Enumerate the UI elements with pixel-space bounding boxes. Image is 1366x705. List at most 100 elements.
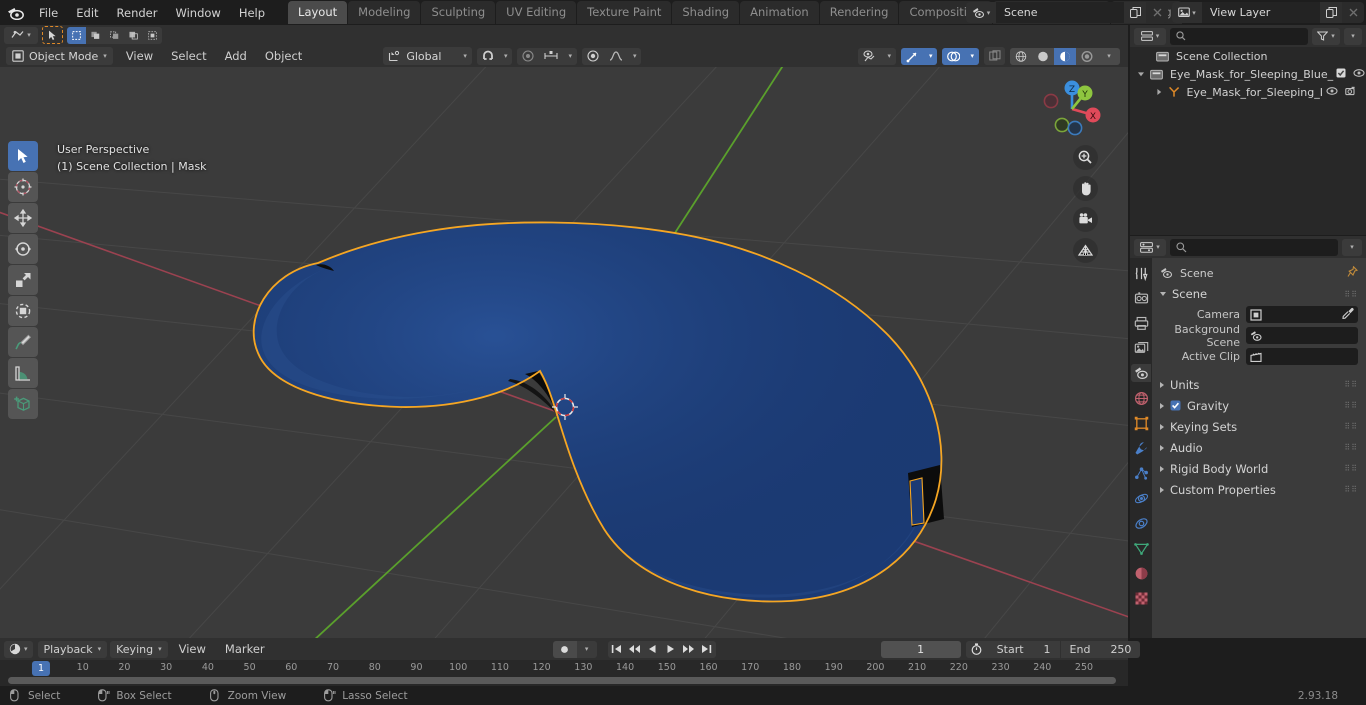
exclude-checkbox[interactable]	[1336, 68, 1346, 81]
scene-icon[interactable]: ▾	[966, 2, 996, 23]
falloff-chevron-icon[interactable]: ▾	[628, 48, 642, 65]
subpanel-audio[interactable]: Audio ⠿⠿	[1152, 437, 1366, 458]
object-tab[interactable]	[1131, 414, 1151, 432]
overlays-icon[interactable]	[942, 47, 966, 65]
workspace-tab-sculpting[interactable]: Sculpting	[421, 1, 496, 24]
gizmo-chevron-icon[interactable]: ▾	[923, 47, 938, 65]
select-extend-icon[interactable]	[86, 27, 105, 44]
outliner-search-input[interactable]	[1170, 27, 1308, 45]
xray-icon[interactable]	[984, 47, 1005, 65]
eyedropper-icon[interactable]	[1342, 307, 1354, 322]
record-chevron-icon[interactable]: ▾	[576, 640, 597, 658]
subpanel-gravity[interactable]: Gravity ⠿⠿	[1152, 395, 1366, 416]
gizmo-icon[interactable]	[900, 47, 924, 65]
grip-dots-icon[interactable]: ⠿⠿	[1344, 402, 1358, 410]
jump-start-icon[interactable]	[607, 640, 626, 658]
timeline-menu-keying[interactable]: Keying ▾	[110, 640, 168, 658]
jump-end-icon[interactable]	[697, 640, 716, 658]
move-tool-icon[interactable]	[8, 203, 38, 233]
start-frame-field[interactable]: Start 1	[987, 640, 1060, 658]
proportional-toggle-icon[interactable]	[582, 48, 604, 65]
record-keyframe-icon[interactable]	[552, 640, 577, 658]
property-value-field[interactable]	[1246, 327, 1358, 344]
rendered-icon[interactable]	[1076, 47, 1098, 65]
properties-options-chevron-icon[interactable]: ▾	[1342, 238, 1362, 256]
workspace-tab-modeling[interactable]: Modeling	[348, 1, 421, 24]
select-invert-icon[interactable]	[124, 27, 143, 44]
texture-tab[interactable]	[1131, 589, 1151, 607]
workspace-tab-animation[interactable]: Animation	[740, 1, 819, 24]
prev-keyframe-icon[interactable]	[625, 640, 644, 658]
view-layer-icon[interactable]: ▾	[1172, 2, 1202, 23]
solid-icon[interactable]	[1032, 47, 1054, 65]
world-tab[interactable]	[1131, 389, 1151, 407]
select-set-icon[interactable]	[67, 26, 86, 44]
modifiers-tab[interactable]	[1131, 439, 1151, 457]
workspace-tab-texture-paint[interactable]: Texture Paint	[577, 1, 672, 24]
timeline-ruler[interactable]: 10 20 30 40 50 60 70 80 90 100 110 120 130 140 150 160 1…	[0, 660, 1128, 678]
pan-hand-icon[interactable]	[1073, 176, 1098, 201]
material-preview-icon[interactable]	[1054, 47, 1076, 65]
tool-tab[interactable]	[1131, 264, 1151, 282]
grid-ortho-icon[interactable]	[1073, 238, 1098, 263]
measure-tool-icon[interactable]	[8, 358, 38, 388]
scene-panel-header[interactable]: Scene ⠿⠿	[1152, 284, 1366, 304]
viewport-menu-object[interactable]: Object	[257, 47, 310, 65]
zoom-icon[interactable]	[1073, 145, 1098, 170]
select-intersect-icon[interactable]	[143, 27, 162, 44]
tweak-select-box-tool-icon[interactable]	[8, 141, 38, 171]
workspace-tab-uv-editing[interactable]: UV Editing	[496, 1, 577, 24]
cursor-tool-icon[interactable]	[42, 26, 63, 44]
viewport-menu-view[interactable]: View	[118, 47, 161, 65]
view-layer-selector[interactable]: ▾ View Layer	[1172, 2, 1364, 23]
object-visibility-icon[interactable]	[858, 48, 882, 65]
timeline-editor-icon[interactable]: ▾	[4, 640, 33, 658]
smooth-falloff-icon[interactable]	[604, 48, 628, 65]
new-scene-button[interactable]	[1124, 2, 1146, 23]
viewport-canvas[interactable]	[0, 67, 1128, 638]
filter-icon[interactable]: ▾	[1312, 27, 1340, 45]
data-tab[interactable]	[1131, 539, 1151, 557]
view-layer-tab[interactable]	[1131, 339, 1151, 357]
viewport-menu-select[interactable]: Select	[163, 47, 214, 65]
object-mode-dropdown[interactable]: Object Mode ▾	[6, 47, 113, 65]
snap-increment-icon[interactable]	[539, 48, 563, 65]
cursor-tool-icon[interactable]	[8, 172, 38, 202]
outliner-row[interactable]: Eye_Mask_for_Sleeping_Blue_	[1130, 65, 1366, 83]
grip-dots-icon[interactable]: ⠿⠿	[1344, 290, 1358, 298]
chevron-right-icon[interactable]	[1155, 86, 1163, 99]
scene-name-field[interactable]: Scene	[996, 2, 1124, 23]
outliner-row[interactable]: Scene Collection	[1130, 47, 1366, 65]
properties-editor-icon[interactable]: ▾	[1134, 238, 1166, 256]
camera-icon[interactable]	[1073, 207, 1098, 232]
eye-icon[interactable]	[1326, 86, 1338, 99]
properties-search-input[interactable]	[1170, 238, 1338, 256]
proportional-chevron-icon[interactable]: ▾	[563, 48, 577, 65]
camera-render-icon[interactable]	[1345, 86, 1357, 99]
workspace-tab-layout[interactable]: Layout	[288, 1, 348, 24]
menu-file[interactable]: File	[30, 3, 67, 23]
new-view-layer-button[interactable]	[1320, 2, 1342, 23]
constraints-tab[interactable]	[1131, 514, 1151, 532]
editor-type-3dview-icon[interactable]: ▾	[4, 26, 38, 44]
output-tab[interactable]	[1131, 314, 1151, 332]
outliner-row[interactable]: Eye_Mask_for_Sleeping_I	[1130, 83, 1366, 101]
end-frame-field[interactable]: End 250	[1059, 640, 1141, 658]
3d-viewport[interactable]: User Perspective (1) Scene Collection | …	[0, 67, 1128, 638]
property-value-field[interactable]	[1246, 348, 1358, 365]
proportional-edit-icon[interactable]	[517, 48, 539, 65]
select-subtract-icon[interactable]	[105, 27, 124, 44]
timeline-playhead[interactable]: 1	[31, 661, 51, 676]
panel-checkbox[interactable]	[1170, 400, 1181, 411]
wireframe-icon[interactable]	[1010, 47, 1032, 65]
subpanel-rigid-body-world[interactable]: Rigid Body World ⠿⠿	[1152, 458, 1366, 479]
shading-chevron-icon[interactable]: ▾	[1098, 47, 1120, 65]
grip-dots-icon[interactable]: ⠿⠿	[1344, 444, 1358, 452]
snapping-chevron-icon[interactable]: ▾	[499, 48, 513, 65]
outliner-filter-chevron-icon[interactable]: ▾	[1344, 27, 1362, 45]
blender-logo-icon[interactable]	[0, 0, 30, 25]
grip-dots-icon[interactable]: ⠿⠿	[1344, 423, 1358, 431]
subpanel-keying-sets[interactable]: Keying Sets ⠿⠿	[1152, 416, 1366, 437]
current-frame-field[interactable]: 1	[880, 640, 961, 658]
particles-tab[interactable]	[1131, 464, 1151, 482]
